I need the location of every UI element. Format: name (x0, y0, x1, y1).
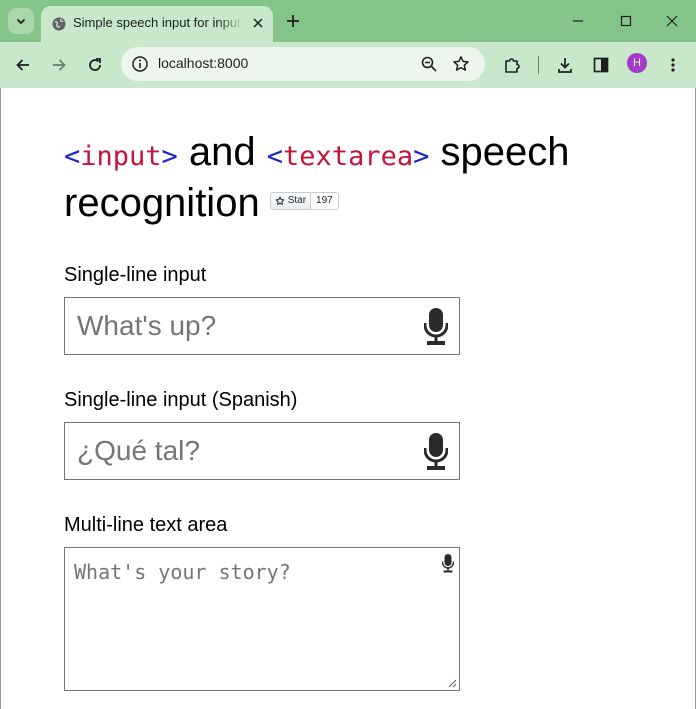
heading-text: and (177, 130, 267, 174)
single-line-input[interactable] (65, 298, 459, 354)
window-close-button[interactable] (657, 8, 687, 34)
tab-title: Simple speech input for inputs and texta… (73, 15, 243, 30)
code-bracket: < (266, 141, 284, 172)
zoom-out-icon (421, 56, 437, 72)
close-icon (666, 15, 678, 27)
code-bracket: > (161, 141, 178, 172)
plus-icon (287, 15, 299, 27)
code-input-tag: <input> (64, 141, 178, 172)
code-textarea-tag: <textarea> (267, 141, 430, 172)
page-title: <input> and <textarea> speech recognitio… (64, 129, 664, 226)
side-panel-button[interactable] (586, 50, 616, 80)
back-button[interactable] (8, 50, 38, 80)
reload-icon (89, 58, 101, 71)
side-panel-icon (593, 57, 609, 73)
spanish-input[interactable] (65, 423, 459, 479)
browser-tab[interactable]: Simple speech input for inputs and texta… (41, 6, 273, 42)
arrow-right-icon (53, 59, 66, 71)
code-tag-name: textarea (283, 141, 414, 172)
bookmark-button[interactable] (450, 53, 472, 75)
code-bracket: < (64, 141, 81, 172)
downloads-button[interactable] (550, 50, 580, 80)
multi-line-field (64, 547, 460, 691)
download-icon (558, 58, 572, 73)
title-bar: Simple speech input for inputs and texta… (0, 0, 696, 42)
info-icon (132, 56, 148, 72)
star-icon (275, 196, 285, 206)
chevron-down-icon (16, 18, 26, 25)
microphone-icon[interactable] (424, 308, 448, 346)
single-line-input-label: Single-line input (64, 264, 207, 286)
site-info-button[interactable] (129, 53, 151, 75)
star-label: Star (287, 195, 307, 207)
profile-avatar[interactable]: H (627, 53, 647, 73)
single-line-field (64, 297, 460, 355)
maximize-button[interactable] (611, 8, 641, 34)
close-icon (253, 18, 263, 28)
microphone-icon[interactable] (442, 554, 454, 573)
spanish-input-label: Single-line input (Spanish) (64, 389, 298, 411)
minimize-button[interactable] (563, 8, 593, 34)
spanish-field (64, 422, 460, 480)
star-count[interactable]: 197 (311, 192, 339, 211)
zoom-button[interactable] (418, 53, 440, 75)
star-icon (453, 56, 469, 71)
star-button[interactable]: Star (269, 192, 312, 211)
address-bar[interactable]: localhost:8000 (121, 47, 485, 81)
puzzle-icon (505, 58, 520, 73)
textarea-label: Multi-line text area (64, 514, 228, 536)
tab-search-button[interactable] (8, 8, 34, 34)
github-star-widget[interactable]: Star 197 (269, 192, 339, 211)
reload-button[interactable] (80, 50, 110, 80)
maximize-icon (620, 15, 632, 27)
toolbar-divider (538, 56, 539, 74)
code-tag-name: input (80, 141, 162, 172)
extensions-button[interactable] (497, 50, 527, 80)
globe-icon (52, 17, 66, 31)
url-text[interactable]: localhost:8000 (158, 55, 248, 71)
microphone-icon[interactable] (424, 433, 448, 471)
forward-button[interactable] (44, 50, 74, 80)
page-content: <input> and <textarea> speech recognitio… (0, 88, 696, 709)
browser-toolbar: localhost:8000 H (0, 42, 696, 88)
minimize-icon (573, 20, 583, 22)
new-tab-button[interactable] (282, 10, 304, 32)
code-bracket: > (413, 141, 430, 172)
resize-handle-icon[interactable] (448, 679, 457, 688)
tab-close-button[interactable] (249, 14, 267, 32)
story-textarea[interactable] (65, 548, 459, 690)
menu-button[interactable] (658, 50, 688, 80)
arrow-left-icon (16, 59, 29, 71)
more-vertical-icon (671, 58, 675, 72)
